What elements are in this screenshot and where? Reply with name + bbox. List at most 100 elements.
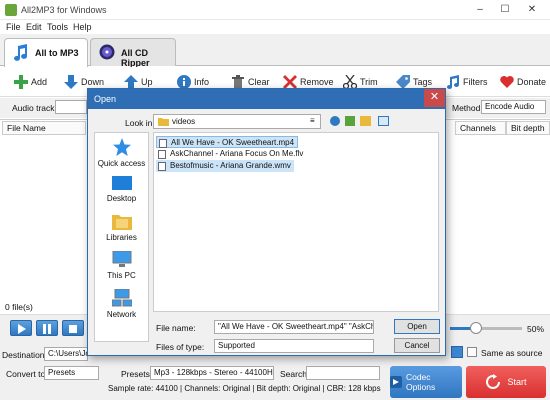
tag-icon [396, 75, 410, 89]
tab-label: All CD Ripper [121, 48, 150, 68]
donate-button[interactable]: Donate [500, 72, 546, 92]
volume-slider-thumb[interactable] [470, 322, 482, 334]
place-network[interactable]: Network [95, 289, 148, 319]
dialog-close-button[interactable]: ✕ [424, 89, 445, 107]
method-label: Method: [452, 103, 483, 113]
file-item[interactable]: All We Have - OK Sweetheart.mp4 [156, 136, 299, 148]
pause-button[interactable] [36, 320, 58, 336]
search-input[interactable] [306, 366, 380, 380]
network-icon [111, 289, 132, 307]
convert-to-select[interactable]: Presets [44, 366, 99, 380]
same-as-source-label: Same as source [481, 348, 543, 358]
place-libraries[interactable]: Libraries [95, 213, 148, 242]
file-name-label: File name: [156, 323, 196, 333]
pause-icon [43, 324, 51, 334]
menu-help[interactable]: Help [73, 22, 92, 32]
view-menu-icon[interactable] [378, 116, 389, 126]
stop-button[interactable] [62, 320, 84, 336]
tab-label: All to MP3 [35, 48, 79, 58]
back-icon[interactable] [330, 116, 340, 126]
column-channels[interactable]: Channels [455, 121, 506, 135]
volume-slider-track [478, 327, 522, 330]
audio-track-label: Audio track: [12, 103, 57, 113]
stop-icon [69, 325, 77, 333]
place-label: Desktop [106, 194, 137, 203]
heart-icon [500, 76, 514, 88]
tags-label: Tags [413, 77, 433, 87]
minimize-button[interactable]: – [470, 2, 490, 18]
refresh-icon [486, 374, 501, 389]
info-label: Info [194, 77, 210, 87]
video-file-icon [159, 139, 167, 148]
folder-icon [158, 118, 169, 126]
menu-file[interactable]: File [6, 22, 21, 32]
place-desktop[interactable]: Desktop [95, 176, 148, 203]
desktop-icon [111, 176, 132, 190]
destination-label: Destination: [2, 350, 47, 360]
file-count: 0 file(s) [5, 302, 33, 312]
dialog-title-bar [88, 89, 445, 109]
cancel-button[interactable]: Cancel [394, 338, 440, 353]
column-file-name[interactable]: File Name [2, 121, 86, 135]
file-item-label: Bestofmusic - Ariana Grande.wmv [170, 161, 291, 170]
volume-percent: 50% [527, 324, 545, 334]
search-label: Search: [280, 369, 310, 379]
presets-select[interactable]: Mp3 - 128kbps - Stereo - 44100Hz [150, 366, 274, 380]
arrow-up-icon [124, 75, 138, 89]
codec-options-button[interactable]: Codec Options [390, 366, 462, 398]
tab-all-cd-ripper[interactable]: All CD Ripper [90, 38, 176, 68]
place-this-pc[interactable]: This PC [95, 251, 148, 280]
look-in-label: Look in: [125, 118, 155, 128]
method-select[interactable]: Encode Audio [481, 100, 546, 114]
place-label: Libraries [106, 233, 137, 242]
trim-label: Trim [360, 77, 378, 87]
tab-all-to-mp3[interactable]: All to MP3 [4, 38, 88, 67]
destination-input[interactable]: C:\Users\Joh [44, 347, 88, 361]
convert-to-label: Convert to: [6, 369, 48, 379]
up-folder-icon[interactable] [345, 116, 355, 126]
video-file-icon [158, 162, 166, 171]
maximize-button[interactable]: ☐ [495, 2, 515, 18]
clear-label: Clear [248, 77, 270, 87]
menu-tools[interactable]: Tools [47, 22, 68, 32]
remove-label: Remove [300, 77, 334, 87]
presets-label: Presets: [121, 369, 153, 379]
app-icon [5, 4, 17, 16]
add-button[interactable]: Add [14, 72, 47, 92]
filters-button[interactable]: Filters [446, 72, 488, 92]
file-item-label: All We Have - OK Sweetheart.mp4 [171, 138, 295, 147]
new-folder-icon[interactable] [360, 116, 371, 126]
close-button[interactable]: ✕ [522, 2, 542, 18]
chevron-down-icon: ≡ [310, 116, 315, 125]
open-button[interactable]: Open [394, 319, 440, 334]
info-icon [177, 75, 191, 89]
filters-label: Filters [463, 77, 488, 87]
look-in-select[interactable]: videos ≡ [153, 114, 321, 129]
music-note-icon [14, 44, 28, 61]
codec-options-label: Codec Options [405, 372, 436, 392]
menu-edit[interactable]: Edit [26, 22, 42, 32]
computer-icon [112, 251, 131, 267]
file-item[interactable]: AskChannel - Ariana Focus On Me.flv [156, 148, 306, 160]
down-label: Down [81, 77, 105, 87]
column-bit-depth[interactable]: Bit depth [506, 121, 550, 135]
x-icon [283, 75, 297, 89]
trash-icon [232, 75, 244, 89]
window-title: All2MP3 for Windows [21, 5, 107, 15]
cd-icon [99, 44, 115, 60]
dialog-title: Open [94, 94, 117, 104]
files-of-type-select[interactable]: Supported [214, 339, 374, 353]
libraries-icon [111, 215, 132, 230]
info-line: Sample rate: 44100 | Channels: Original … [108, 384, 381, 393]
arrow-down-icon [64, 75, 78, 89]
audio-track-select[interactable] [55, 100, 87, 114]
file-name-input[interactable]: "All We Have - OK Sweetheart.mp4" "AskCh… [214, 320, 374, 334]
place-quick-access[interactable]: Quick access [95, 138, 148, 168]
file-item[interactable]: Bestofmusic - Ariana Grande.wmv [156, 160, 294, 172]
place-label: Network [106, 310, 137, 319]
same-as-source-checkbox[interactable] [467, 347, 477, 357]
play-button[interactable] [10, 320, 32, 336]
star-icon [112, 138, 131, 156]
start-button[interactable]: Start [466, 366, 546, 398]
folder-browse-icon[interactable] [451, 346, 463, 358]
